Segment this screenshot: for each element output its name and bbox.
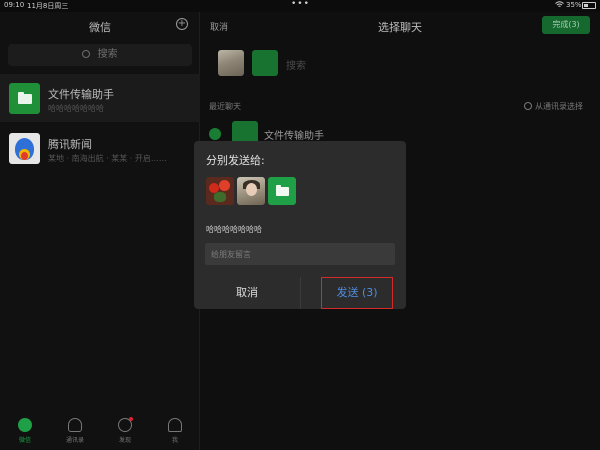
add-icon[interactable]: +	[176, 18, 188, 30]
tab-label: 我	[171, 437, 178, 444]
chat-bubble-icon	[18, 418, 32, 432]
tab-me[interactable]: 我	[157, 418, 193, 444]
wifi-icon	[555, 1, 564, 10]
tab-discover[interactable]: 发现	[107, 417, 143, 444]
select-chat-title: 选择聊天	[378, 21, 422, 34]
selected-recipients-bar: 搜索	[200, 40, 600, 82]
forwarded-message: 哈哈哈哈哈哈哈	[206, 225, 262, 234]
avatar[interactable]	[218, 50, 244, 76]
compass-icon	[118, 417, 133, 432]
tab-label: 发现	[118, 437, 131, 444]
folder-icon[interactable]	[252, 50, 278, 76]
dialog-title: 分别发送给:	[206, 154, 265, 167]
recent-chats-label: 最近聊天	[209, 102, 241, 111]
avatar	[237, 177, 265, 205]
tab-contacts[interactable]: 通讯录	[57, 418, 93, 444]
status-date: 11月8日周三	[27, 2, 69, 10]
chat-item-file-transfer[interactable]: 文件传输助手 哈哈哈哈哈哈哈	[0, 74, 200, 122]
contacts-icon	[68, 418, 82, 432]
dialog-cancel-button[interactable]: 取消	[194, 277, 300, 309]
chat-search-placeholder: 搜索	[97, 49, 118, 60]
chat-list-title: 微信	[89, 21, 111, 34]
person-icon	[168, 418, 182, 432]
chat-name: 文件传输助手	[48, 88, 114, 101]
multitask-dots[interactable]: •••	[291, 0, 310, 9]
chat-item-tencent-news[interactable]: 腾讯新闻 某地 · 南海出航 · 某某 · 开启……	[0, 124, 200, 172]
from-contacts-link[interactable]: 从通讯录选择	[524, 101, 583, 112]
chat-preview: 哈哈哈哈哈哈哈	[48, 104, 104, 113]
status-bar: 09:10 11月8日周三 ••• 35%	[0, 0, 600, 12]
tab-label: 微信	[18, 437, 31, 444]
tab-bar: 微信 通讯录 发现 我	[0, 416, 200, 450]
tab-chats[interactable]: 微信	[7, 418, 43, 444]
chat-search-bar[interactable]: 搜索	[8, 44, 192, 66]
status-time: 09:10	[4, 1, 25, 9]
folder-icon	[9, 83, 40, 114]
recent-chat-name: 文件传输助手	[264, 131, 324, 142]
recipient-search-input[interactable]: 搜索	[286, 57, 306, 72]
send-confirm-dialog: 分别发送给: 哈哈哈哈哈哈哈 取消 发送 (3)	[194, 141, 406, 309]
check-icon[interactable]	[209, 128, 221, 140]
battery-icon	[582, 2, 596, 9]
chat-list-panel: 微信 + 搜索 文件传输助手 哈哈哈哈哈哈哈 腾讯新闻 某地 · 南海出航 · …	[0, 12, 200, 450]
chat-name: 腾讯新闻	[48, 138, 92, 151]
folder-icon	[268, 177, 296, 205]
message-input[interactable]	[205, 243, 395, 265]
button-divider	[300, 277, 301, 309]
chat-preview: 某地 · 南海出航 · 某某 · 开启……	[48, 154, 167, 163]
tab-label: 通讯录	[65, 437, 84, 444]
search-icon	[82, 50, 91, 58]
tencent-news-icon	[9, 133, 40, 164]
send-button[interactable]: 发送 (3)	[321, 277, 393, 309]
battery-percent: 35%	[566, 1, 582, 9]
avatar	[206, 177, 234, 205]
done-button[interactable]: 完成(3)	[542, 16, 590, 34]
